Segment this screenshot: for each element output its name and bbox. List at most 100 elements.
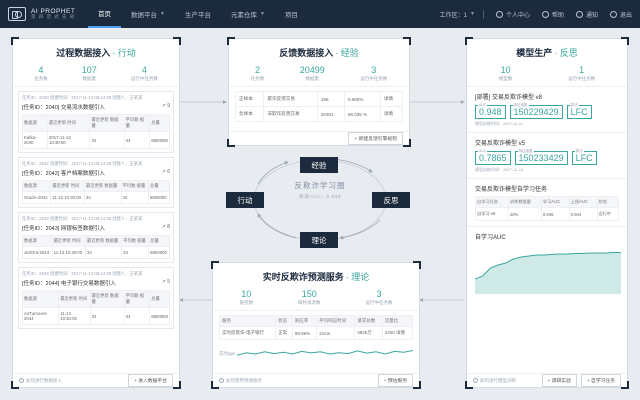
table-header-cell: 平均数 据量	[121, 235, 150, 247]
metric-box: 特征维数 150233429	[514, 149, 568, 165]
table-cell: 6900000	[149, 131, 170, 149]
table-header-cell: 平均数 据量	[123, 290, 151, 308]
task-name-label: [任务ID：2040] 交易流水数据引入	[22, 105, 105, 111]
workspace-selector[interactable]: 工作区：1 ▼	[440, 10, 475, 19]
prediction-service-button[interactable]: + 预估服务	[377, 374, 413, 387]
table-header-cell: 最近更新 数据量	[84, 180, 122, 192]
stat-block: 3 运行中任务数	[366, 289, 393, 306]
service-stats: 10 服务数 150 每秒请求数 3 运行中任务数	[213, 283, 419, 311]
info-icon	[19, 378, 24, 383]
logo[interactable]: AI PROPHET 第 四 范 式 先 知	[0, 7, 88, 21]
help-icon	[541, 10, 549, 18]
model-card-v5[interactable]: 交易反欺诈模型 v5 AUC 0.7865 特征维数 150233429 算法 LFC 模…	[467, 133, 627, 173]
chevron-down-icon: ▼	[259, 11, 265, 17]
detail-link[interactable]: 详情	[379, 106, 404, 122]
task-card[interactable]: 任务ID：2044 创建时间：2017-11-13 08:14:38 创建人：王…	[18, 267, 174, 329]
self-learning-title: 交易反欺诈模型自学习任务	[475, 187, 548, 193]
process-data-panel: 过程数据接入 · 行动 4 任务数 107 数据量 4 运行中任务数 任务ID：2040 创…	[11, 37, 181, 389]
help-hint-label: 如何进行数据接入	[26, 377, 62, 383]
table-row: 负样本 非欺诈反馈交易 20301 99.035 % 详情	[234, 106, 404, 122]
info-icon	[219, 378, 224, 383]
help-hint[interactable]: 如何进行模型训练	[473, 378, 516, 384]
nav-item-4[interactable]: 项目	[275, 0, 308, 28]
stat-block: 107 数据量	[82, 65, 97, 82]
table-header-cell: 最近更新 时间	[58, 290, 91, 308]
table-header-cell: 状态	[596, 196, 620, 208]
research-experiment-button[interactable]: + 调研实验	[541, 374, 577, 387]
stat-block: 4 任务数	[34, 65, 48, 82]
table-row: Kafka-2040 2017-11-13 10:30:00 34 34 6900000	[22, 131, 170, 149]
task-name-label: [任务ID：2044] 电子银行交易数据引入	[22, 281, 116, 287]
table-header-cell: 自学习任务	[475, 196, 509, 208]
model-card-deployed[interactable]: [部署] 交易反欺诈模型 v8 AUC 0.948 特征维数 150229429 算法 L…	[467, 87, 627, 127]
task-card[interactable]: 任务ID：2043 创建时间：2017-11-13 08:14:38 创建人：王…	[18, 212, 174, 263]
table-cell: 34	[123, 131, 151, 149]
feedback-table: 正样本 欺诈反馈交易 198 0.965% 详情 负样本 非欺诈反馈交易 20301 99.03…	[234, 91, 404, 122]
table-header-row: 数据源 最近更新 时间 最近更新 数据量 平均数 据量 总量	[22, 114, 170, 132]
model-name: [部署] 交易反欺诈模型 v8	[475, 95, 543, 101]
self-learning-task-button[interactable]: + 自学习任务	[580, 374, 621, 387]
user-center-link[interactable]: 个人中心	[495, 10, 530, 19]
table-header-cell: 最近更新 时间	[50, 180, 86, 192]
chevron-down-icon: ▼	[160, 11, 165, 17]
metric-box: 算法 LFC	[571, 149, 597, 165]
table-cell: 运行中	[596, 207, 620, 221]
task-name: [任务ID：2042] 客户档案数据引入 ↗ 6	[22, 169, 170, 177]
panel-title: 过程数据接入 · 行动	[56, 48, 136, 58]
task-name: [任务ID：2044] 电子银行交易数据引入 ↗ 5	[22, 279, 170, 287]
self-learning-section: 交易反欺诈模型自学习任务 自学习任务 训练数据量 学习AUC 上线AUC 状态 自学习-v…	[467, 179, 627, 221]
stat-block: 10 服务数	[240, 289, 254, 306]
table-header-cell: 最近更新 数据量	[89, 290, 125, 308]
panel-footer: 如何使用预测服务 + 预估服务	[213, 373, 419, 387]
nav-item-3[interactable]: 元素仓库 ▼	[221, 0, 275, 28]
help-hint[interactable]: 如何进行数据接入	[19, 378, 62, 384]
task-name: [任务ID：2043] 网银标签数据引入 ↗ 8	[22, 224, 170, 232]
table-cell: 34	[84, 191, 122, 204]
table-cell: Jet/Ora-2043	[22, 246, 53, 259]
feedback-stats: 2 任务数 20499 数据量 3 运行中任务数	[229, 59, 409, 87]
logout-link[interactable]: 退出	[609, 10, 632, 19]
detail-link[interactable]: 详情	[379, 91, 404, 107]
table-row: Jet/Ora-2043 11-13 10:30:00 34 34 6900000	[22, 246, 170, 259]
task-table: 数据源 最近更新 时间 最近更新 数据量 平均数 据量 总量 Oracle-2042 11-…	[21, 180, 171, 204]
table-header-row: 服务 状态 响应率 平均响应时间 请求总数 流量比	[218, 315, 414, 327]
stat-value: 4	[38, 65, 44, 75]
process-stats: 4 任务数 107 数据量 4 运行中任务数	[13, 59, 179, 87]
stat-value: 4	[141, 65, 147, 75]
stat-label: 运行中任务数	[365, 300, 393, 305]
table-row: 实时反欺诈-电子银行 正常 99.98% 21ms 3945万 2200 详情	[218, 326, 414, 340]
nav-item-2[interactable]: 生产平台	[175, 0, 221, 28]
table-cell: 非欺诈反馈交易	[263, 106, 318, 122]
new-feedback-rule-button[interactable]: + 新建反馈引擎规则	[348, 132, 403, 145]
table-cell: 99.98%	[291, 326, 318, 340]
stat-value: 2	[254, 65, 260, 75]
model-stats: 10 模型数 1 运行中任务数	[467, 59, 627, 87]
table-header-cell: 最近更新 数据量	[89, 114, 125, 132]
enter-data-platform-button[interactable]: + 进入数据平台	[128, 374, 173, 387]
help-link[interactable]: 帮助	[541, 10, 564, 19]
table-cell: 34	[123, 307, 151, 325]
table-header-cell: 总量	[149, 114, 170, 132]
nav-item-label: 元素仓库	[230, 12, 257, 19]
table-header-cell: 总量	[148, 235, 170, 247]
qps-line-chart	[237, 350, 413, 356]
nav-item-0[interactable]: 首页	[88, 0, 121, 28]
nav-right: 工作区：1 ▼ 个人中心 帮助 通知 退出	[428, 9, 640, 19]
table-cell: 2017-11-13 10:30:00	[46, 131, 91, 149]
task-card[interactable]: 任务ID：2040 创建时间：2017-11-13 08:14:38 创建人：王…	[18, 91, 174, 153]
stat-value: 3	[371, 65, 377, 75]
notification-link[interactable]: 通知	[575, 10, 598, 19]
help-hint[interactable]: 如何使用预测服务	[219, 378, 262, 384]
table-cell: 34	[120, 191, 149, 204]
panel-footer: 如何进行模型训练 + 调研实验 + 自学习任务	[467, 373, 627, 387]
task-table: 数据源 最近更新 时间 最近更新 数据量 平均数 据量 总量 Jet/Ora-2043 11…	[22, 235, 170, 259]
auc-area-chart	[474, 252, 621, 294]
metric-box: AUC 0.948	[475, 103, 506, 119]
metric-value: 150229429	[513, 107, 559, 117]
task-card[interactable]: 任务ID：2042 创建时间：2017-11-13 08:14:38 创建人：王…	[18, 157, 174, 208]
table-header-cell: 总量	[149, 290, 170, 308]
nav-item-1[interactable]: 数据平台 ▼	[121, 0, 175, 28]
metric-value: 150233429	[518, 153, 564, 163]
stat-value: 107	[81, 65, 97, 75]
prediction-service-panel: 实时反欺诈预测服务 · 理论 10 服务数 150 每秒请求数 3 运行中任务数 服务 状态响…	[211, 261, 421, 389]
